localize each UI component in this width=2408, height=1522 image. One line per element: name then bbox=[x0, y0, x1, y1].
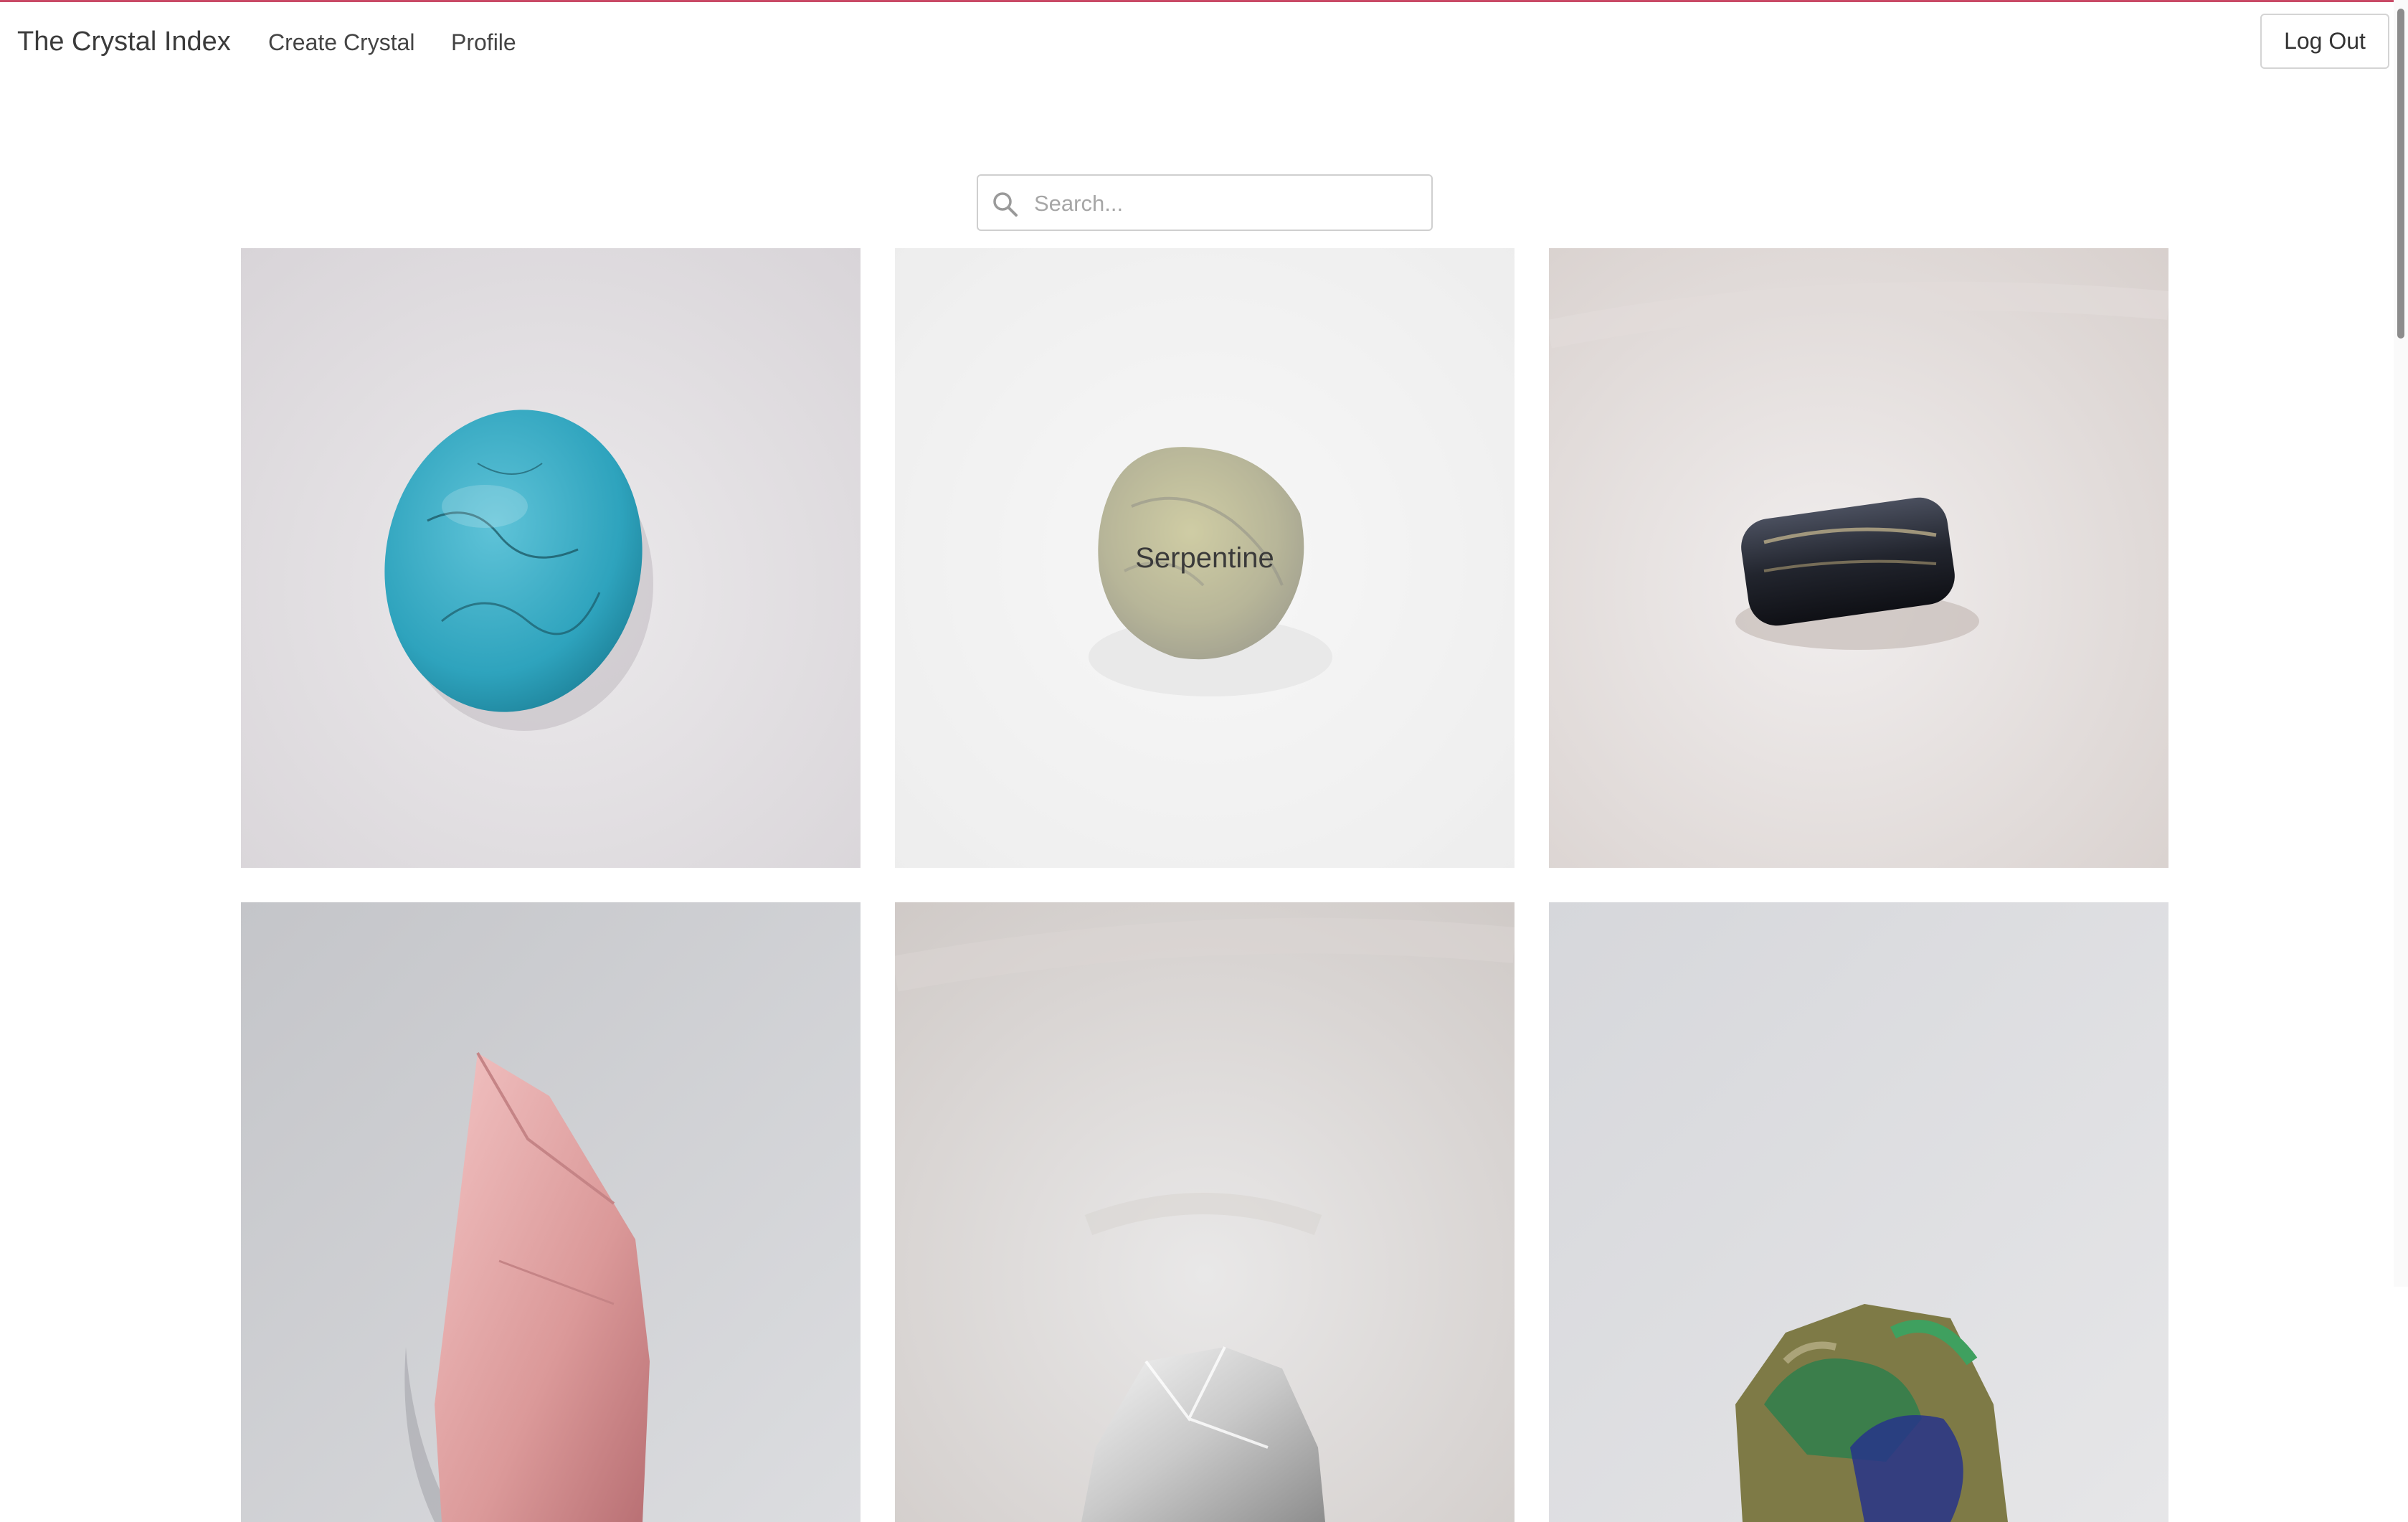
logout-button[interactable]: Log Out bbox=[2260, 14, 2389, 69]
crystal-card-2[interactable]: Serpentine bbox=[895, 248, 1515, 868]
nav-link-create-crystal[interactable]: Create Crystal bbox=[268, 29, 415, 56]
nav-link-profile[interactable]: Profile bbox=[451, 29, 516, 56]
crystal-card-4[interactable] bbox=[241, 902, 861, 1522]
crystal-card-3[interactable] bbox=[1549, 248, 2168, 868]
scrollbar-thumb[interactable] bbox=[2397, 9, 2404, 339]
crystal-image-tiger-eye bbox=[1549, 248, 2168, 868]
brand-link[interactable]: The Crystal Index bbox=[17, 27, 231, 57]
search-input[interactable] bbox=[1033, 184, 1423, 223]
navbar: The Crystal Index Create Crystal Profile… bbox=[0, 2, 2408, 82]
crystal-card-1[interactable] bbox=[241, 248, 861, 868]
crystal-card-5[interactable] bbox=[895, 902, 1515, 1522]
crystal-image-rose-quartz bbox=[241, 902, 861, 1522]
crystal-image-azurite-malachite bbox=[1549, 902, 2168, 1522]
crystal-card-6[interactable] bbox=[1549, 902, 2168, 1522]
crystal-image-turquoise bbox=[241, 248, 861, 868]
search-icon bbox=[993, 192, 1018, 217]
search-box[interactable] bbox=[977, 174, 1433, 231]
crystal-name-label: Serpentine bbox=[1135, 542, 1274, 574]
crystal-hover-overlay: Serpentine bbox=[895, 248, 1515, 868]
crystal-image-clear-quartz bbox=[895, 902, 1515, 1522]
